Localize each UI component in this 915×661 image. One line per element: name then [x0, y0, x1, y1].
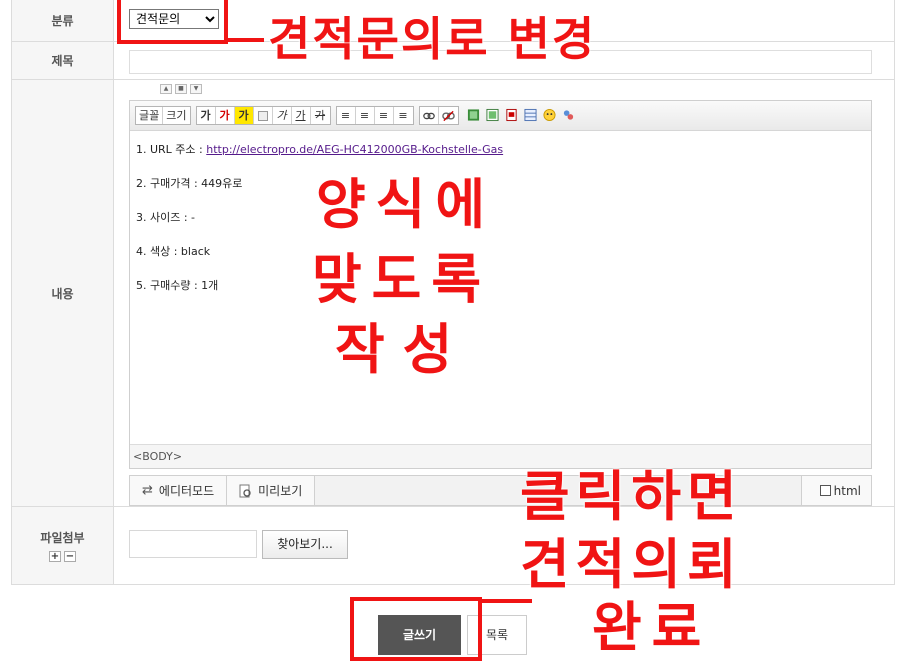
- link-icon: [422, 112, 435, 119]
- special-char-button[interactable]: [559, 106, 578, 123]
- submit-callout-line: [482, 599, 532, 603]
- special-char-icon: [563, 109, 573, 120]
- align-group: ≡ ≡ ≡ ≡: [335, 106, 414, 125]
- editor-mode-bar: ⇄ 에디터모드 미리보기 html: [129, 475, 872, 506]
- category-label: 분류: [12, 0, 114, 41]
- editor-mode-button[interactable]: ⇄ 에디터모드: [130, 476, 228, 505]
- table-icon: [523, 108, 537, 121]
- insert-group: [464, 106, 578, 125]
- font-color-button[interactable]: 가: [216, 107, 235, 124]
- size-button[interactable]: 크기: [163, 107, 189, 124]
- annotation-format-1: 양식에: [316, 173, 496, 236]
- link-group: [418, 106, 459, 125]
- editor-expand-button[interactable]: ▼: [190, 84, 202, 94]
- unlink-icon: [441, 110, 455, 121]
- align-center-icon: ≡: [359, 109, 370, 122]
- tag-path: <BODY>: [130, 444, 871, 468]
- align-justify-icon: ≡: [398, 109, 408, 122]
- content-label: 내용: [12, 80, 114, 506]
- image-icon: [485, 108, 499, 121]
- editor-mode-label: 에디터모드: [158, 484, 215, 498]
- italic-button[interactable]: 가: [273, 107, 292, 124]
- align-right-button[interactable]: ≡: [375, 107, 394, 124]
- text-style-group: 가 가 가 가 가 가: [195, 106, 331, 125]
- align-center-button[interactable]: ≡: [356, 107, 375, 124]
- bold-button[interactable]: 가: [197, 107, 216, 124]
- insert-file-button[interactable]: [502, 106, 521, 123]
- editor-toolbar: 글꼴 크기 가 가 가 가 가 가 ≡ ≡ ≡ ≡: [130, 101, 871, 131]
- align-right-icon: ≡: [378, 109, 389, 122]
- quantity-line: 5. 구매수량 : 1개: [136, 279, 219, 292]
- editor-shrink-button[interactable]: ▲: [160, 84, 172, 94]
- submit-highlight-box: [350, 597, 482, 661]
- insert-media-button[interactable]: [464, 106, 483, 123]
- align-left-icon: ≡: [340, 109, 351, 122]
- film-icon: [467, 108, 479, 121]
- preview-button[interactable]: 미리보기: [227, 476, 316, 505]
- strike-button[interactable]: 가: [311, 107, 330, 124]
- category-callout-line: [228, 38, 264, 42]
- html-label: html: [833, 483, 861, 498]
- annotation-click-1: 클릭하면: [520, 465, 743, 528]
- emoticon-icon: [542, 108, 556, 121]
- file-path-input[interactable]: [129, 530, 257, 558]
- refresh-icon: ⇄: [142, 483, 153, 498]
- annotation-click-3: 완료: [592, 596, 712, 659]
- annotation-click-2: 견적의뢰: [520, 533, 743, 596]
- unlink-button[interactable]: [439, 107, 458, 124]
- product-url-link[interactable]: http://electropro.de/AEG-HC412000GB-Koch…: [206, 143, 503, 156]
- remove-file-button[interactable]: −: [64, 551, 76, 562]
- html-checkbox[interactable]: [819, 485, 831, 496]
- annotation-format-2: 맞도록: [312, 248, 492, 311]
- title-label: 제목: [12, 42, 114, 79]
- file-label-cell: 파일첨부 + −: [12, 507, 114, 584]
- file-row: 파일첨부 + − 찾아보기...: [12, 507, 894, 585]
- font-group: 글꼴 크기: [135, 106, 191, 125]
- color-line: 4. 색상 : black: [136, 245, 211, 258]
- price-line: 2. 구매가격 : 449유로: [136, 177, 243, 190]
- annotation-change-category: 견적문의로 변경: [268, 12, 597, 66]
- align-justify-button[interactable]: ≡: [394, 107, 413, 124]
- insert-table-button[interactable]: [521, 106, 540, 123]
- category-highlight-box: [117, 0, 228, 44]
- browse-button[interactable]: 찾아보기...: [262, 530, 348, 559]
- insert-image-button[interactable]: [483, 106, 502, 123]
- annotation-format-3: 작성: [335, 318, 471, 381]
- rich-text-editor: 글꼴 크기 가 가 가 가 가 가 ≡ ≡ ≡ ≡ 1. URL 주소: ht…: [129, 100, 872, 469]
- insert-emoticon-button[interactable]: [540, 106, 559, 123]
- bgcolor-icon: [257, 110, 268, 121]
- highlight-button[interactable]: 가: [234, 107, 254, 124]
- file-label: 파일첨부: [40, 531, 85, 545]
- file-add-remove: + −: [49, 551, 76, 562]
- preview-icon: [239, 484, 251, 497]
- editor-reset-button[interactable]: ■: [175, 84, 187, 94]
- url-line-label: 1. URL 주소 :: [136, 143, 207, 156]
- preview-label: 미리보기: [258, 484, 303, 498]
- align-left-button[interactable]: ≡: [337, 107, 356, 124]
- background-color-button[interactable]: [254, 107, 273, 124]
- editor-body[interactable]: 1. URL 주소 : http://electropro.de/AEG-HC4…: [130, 131, 871, 294]
- html-toggle[interactable]: html: [800, 476, 871, 505]
- add-file-button[interactable]: +: [49, 551, 61, 562]
- underline-button[interactable]: 가: [292, 107, 311, 124]
- editor-size-controls: ▲ ■ ▼: [160, 84, 202, 94]
- file-icon: [505, 108, 517, 121]
- link-button[interactable]: [420, 107, 439, 124]
- font-button[interactable]: 글꼴: [136, 107, 164, 124]
- size-line: 3. 사이즈 : -: [136, 211, 196, 224]
